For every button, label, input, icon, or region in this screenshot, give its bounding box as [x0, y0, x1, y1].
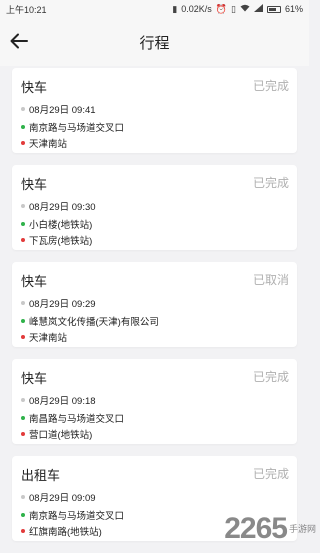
status-bar: 上午10:21 ▮ 0.02K/s ⏰ ▯ 61% [0, 0, 309, 18]
trip-to: 营口道(地铁站) [29, 427, 92, 441]
trip-to-row: 红旗南路(地铁站) [21, 524, 102, 538]
trip-status: 已完成 [253, 77, 289, 94]
trip-from: 南京路与马场道交叉口 [29, 120, 124, 134]
start-dot-icon [21, 513, 25, 517]
start-dot-icon [21, 125, 25, 129]
trip-status: 已完成 [253, 465, 289, 482]
trip-card[interactable]: 快车 已完成 08月29日 09:30 小白楼(地铁站) 下瓦房(地铁站) [12, 165, 297, 250]
trip-from-row: 峰慧岚文化传播(天津)有限公司 [21, 314, 159, 328]
time-dot-icon [21, 398, 25, 402]
trip-to: 天津南站 [29, 136, 67, 150]
end-dot-icon [21, 529, 25, 533]
trip-time: 08月29日 09:18 [29, 393, 96, 407]
end-dot-icon [21, 238, 25, 242]
trip-to-row: 营口道(地铁站) [21, 427, 92, 441]
trip-from-row: 南昌路与马场道交叉口 [21, 411, 124, 425]
trip-status: 已完成 [253, 174, 289, 191]
trip-card[interactable]: 快车 已完成 08月29日 09:18 南昌路与马场道交叉口 营口道(地铁站) [12, 359, 297, 444]
battery-level: 61% [285, 4, 303, 14]
vibrate-icon: ▯ [231, 5, 236, 14]
trip-time-row: 08月29日 09:30 [21, 199, 96, 213]
trip-type: 快车 [21, 271, 47, 290]
trip-from-row: 小白楼(地铁站) [21, 217, 92, 231]
watermark-logo: 2265 手游网 [224, 514, 316, 544]
start-dot-icon [21, 222, 25, 226]
trip-to-row: 下瓦房(地铁站) [21, 233, 92, 247]
trip-card[interactable]: 快车 已完成 08月29日 09:41 南京路与马场道交叉口 天津南站 [12, 68, 297, 153]
trip-time: 08月29日 09:29 [29, 296, 96, 310]
trip-from-row: 南京路与马场道交叉口 [21, 120, 124, 134]
trip-time: 08月29日 09:41 [29, 102, 96, 116]
time-dot-icon [21, 301, 25, 305]
end-dot-icon [21, 335, 25, 339]
trip-type: 快车 [21, 77, 47, 96]
trip-time-row: 08月29日 09:09 [21, 490, 96, 504]
watermark-text: 手游网 [289, 522, 316, 535]
trip-to-row: 天津南站 [21, 136, 67, 150]
end-dot-icon [21, 432, 25, 436]
trip-from: 南昌路与马场道交叉口 [29, 411, 124, 425]
trip-from: 小白楼(地铁站) [29, 217, 92, 231]
alarm-icon: ⏰ [216, 5, 227, 14]
battery-icon [267, 6, 281, 13]
trip-time-row: 08月29日 09:29 [21, 296, 96, 310]
end-dot-icon [21, 141, 25, 145]
cellular-icon [254, 4, 263, 14]
trip-to: 天津南站 [29, 330, 67, 344]
trip-to-row: 天津南站 [21, 330, 67, 344]
trip-card[interactable]: 快车 已取消 08月29日 09:29 峰慧岚文化传播(天津)有限公司 天津南站 [12, 262, 297, 347]
net-speed: 0.02K/s [181, 4, 212, 14]
trip-time-row: 08月29日 09:18 [21, 393, 96, 407]
page-title: 行程 [0, 32, 309, 53]
start-dot-icon [21, 319, 25, 323]
trip-list[interactable]: 快车 已完成 08月29日 09:41 南京路与马场道交叉口 天津南站 快车 已… [12, 68, 297, 553]
trip-type: 快车 [21, 174, 47, 193]
time-dot-icon [21, 107, 25, 111]
trip-from-row: 南京路与马场道交叉口 [21, 508, 124, 522]
trip-from: 峰慧岚文化传播(天津)有限公司 [29, 314, 159, 328]
time-dot-icon [21, 495, 25, 499]
signal-icon: ▮ [172, 5, 177, 14]
trip-to: 下瓦房(地铁站) [29, 233, 92, 247]
status-icons: ▮ 0.02K/s ⏰ ▯ 61% [172, 4, 303, 14]
status-time: 上午10:21 [6, 3, 47, 16]
trip-time: 08月29日 09:09 [29, 490, 96, 504]
trip-time: 08月29日 09:30 [29, 199, 96, 213]
time-dot-icon [21, 204, 25, 208]
trip-type: 出租车 [21, 465, 60, 484]
header: 行程 [0, 18, 309, 66]
trip-type: 快车 [21, 368, 47, 387]
start-dot-icon [21, 416, 25, 420]
trip-time-row: 08月29日 09:41 [21, 102, 96, 116]
watermark-number: 2265 [224, 514, 287, 544]
wifi-icon [240, 4, 250, 14]
trip-status: 已取消 [253, 271, 289, 288]
trip-from: 南京路与马场道交叉口 [29, 508, 124, 522]
trip-to: 红旗南路(地铁站) [29, 524, 102, 538]
trip-status: 已完成 [253, 368, 289, 385]
